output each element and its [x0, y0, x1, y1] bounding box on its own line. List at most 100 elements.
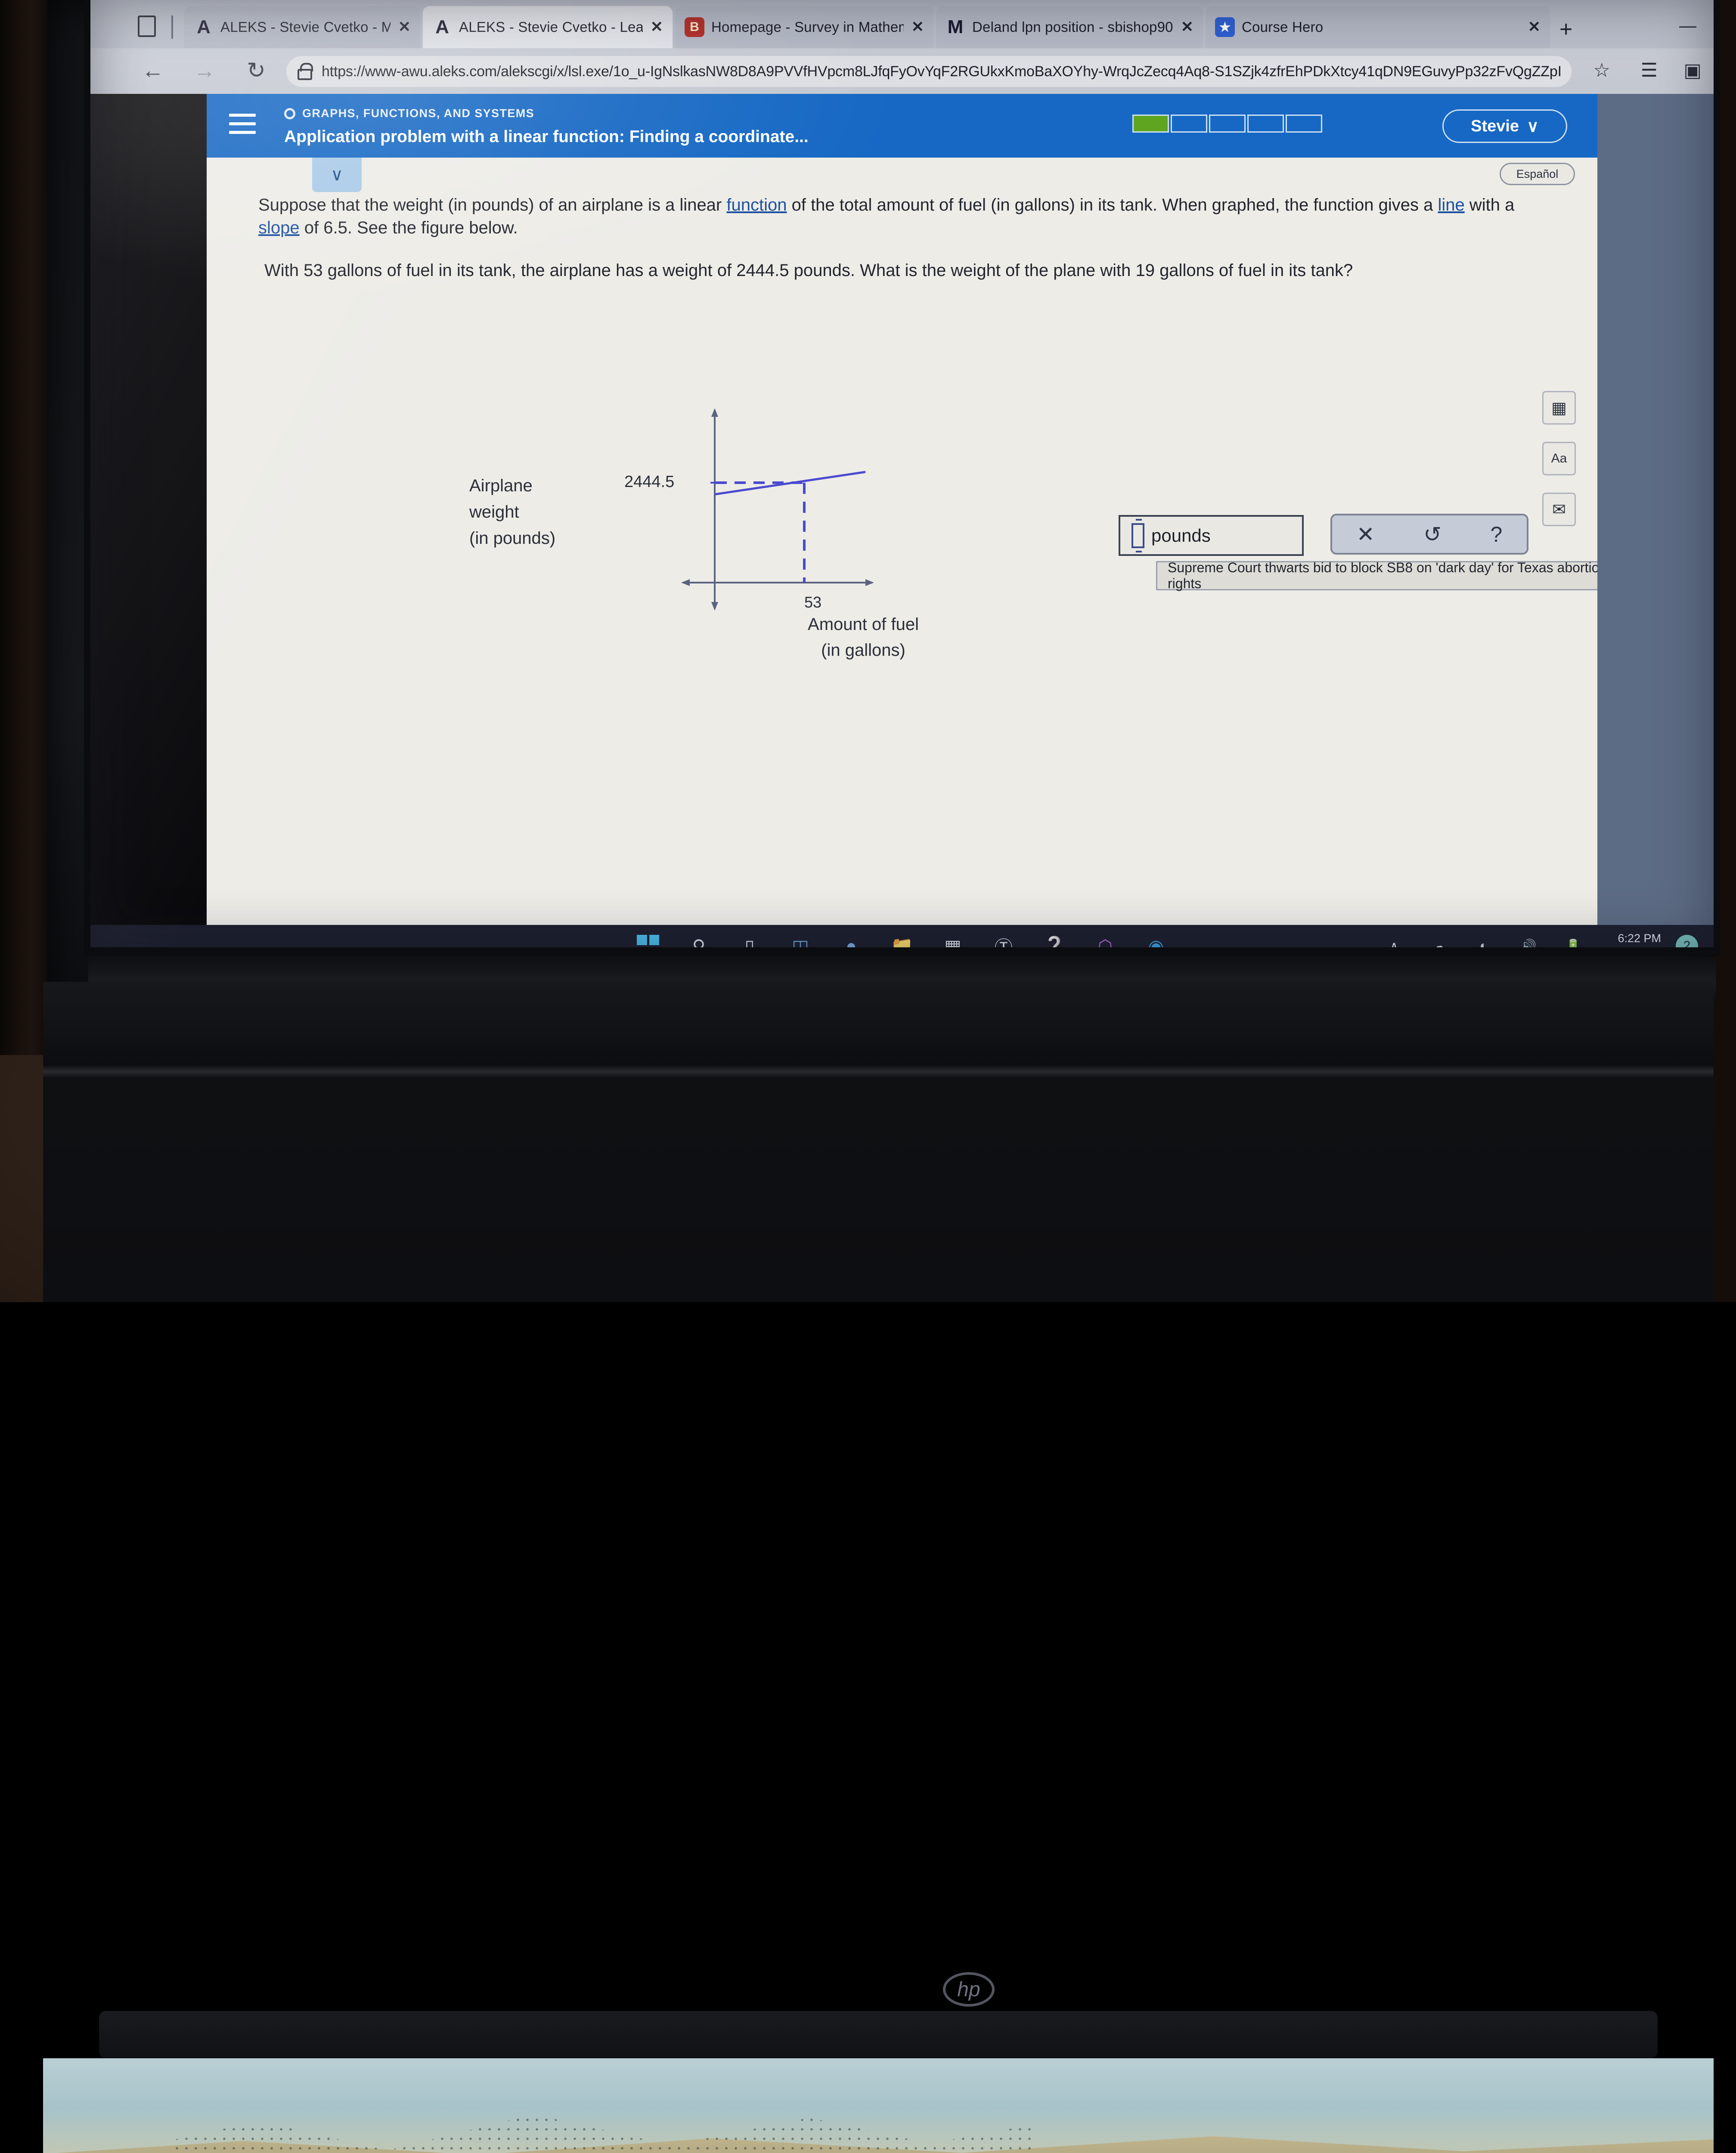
clock-time: 6:22 PM [1618, 932, 1661, 945]
favorites-list-icon[interactable]: ☰ [1641, 59, 1658, 81]
user-menu-button[interactable]: Stevie ∨ [1442, 109, 1567, 143]
gmail-favicon: M [947, 16, 964, 37]
tab-title: ALEKS - Stevie Cvetko - Learn [459, 19, 643, 35]
tray-chevron-icon[interactable]: ∧ [1379, 931, 1409, 948]
question-paragraph-2: With 53 gallons of fuel in its tank, the… [264, 261, 1353, 280]
answer-unit-label: pounds [1151, 525, 1211, 546]
address-bar[interactable]: https://www-awu.aleks.com/alekscgi/x/lsl… [286, 56, 1572, 87]
file-explorer-icon[interactable]: 📁 [887, 931, 917, 948]
aleks-header: GRAPHS, FUNCTIONS, AND SYSTEMS Applicati… [207, 94, 1597, 158]
q-part-1c: with a [1464, 195, 1515, 214]
font-size-icon[interactable]: Aa [1542, 442, 1576, 475]
hp-logo: hp [943, 1972, 995, 2007]
forward-button[interactable]: → [189, 58, 220, 84]
tab-list-button[interactable] [138, 16, 161, 40]
start-icon[interactable] [633, 931, 663, 947]
address-bar-row: ← → ↻ https://www-awu.aleks.com/alekscgi… [90, 48, 1714, 94]
laptop-screen: A ALEKS - Stevie Cvetko - My Class ✕ A A… [90, 0, 1714, 947]
back-button[interactable]: ← [138, 58, 168, 84]
favorites-add-icon[interactable]: ☆ [1593, 59, 1610, 81]
x-axis-caption-line1: Amount of fuel [808, 615, 919, 634]
tab-strip: A ALEKS - Stevie Cvetko - My Class ✕ A A… [90, 0, 1714, 48]
tab-list-icon [138, 16, 156, 37]
graph-figure: Airplane weight (in pounds) 2444.5 53 Am… [469, 408, 939, 662]
lock-icon [298, 63, 313, 80]
volume-icon[interactable]: 🔊 [1513, 931, 1544, 948]
taskbar-icons: ⚲ ▯ ◫ ● 📁 ▦ Ⓣ ❔ ☖ ◉ [633, 931, 1171, 947]
collapse-toggle[interactable]: ∨ [312, 158, 362, 192]
tool-rail: ▦ Aa ✉ [1542, 391, 1576, 526]
minimize-button[interactable]: — [1679, 16, 1696, 36]
edge-icon[interactable]: ◉ [1141, 931, 1171, 948]
chat-icon[interactable]: ● [836, 931, 866, 947]
progress-segment [1209, 115, 1246, 133]
topic-kicker: GRAPHS, FUNCTIONS, AND SYSTEMS [284, 107, 534, 120]
url-text: https://www-awu.aleks.com/alekscgi/x/lsl… [322, 63, 1560, 80]
tab-course-hero[interactable]: ★ Course Hero ✕ [1206, 6, 1550, 48]
clear-icon[interactable]: ✕ [1357, 522, 1375, 547]
aleks-favicon: A [435, 16, 449, 37]
battery-icon[interactable]: 🔋 [1558, 931, 1588, 948]
new-tab-button[interactable]: + [1559, 16, 1572, 42]
espanol-button[interactable]: Español [1500, 163, 1575, 185]
system-tray: ∧ ☁ ◐ 🔊 🔋 6:22 PM 12/12/2021 2 [1379, 931, 1698, 947]
search-icon[interactable]: ⚲ [684, 931, 714, 948]
tab-favicon: ★ [1215, 17, 1235, 37]
tab-close-icon[interactable]: ✕ [904, 19, 924, 36]
tab-aleks-myclass[interactable]: A ALEKS - Stevie Cvetko - My Class ✕ [184, 6, 420, 48]
calculator-icon[interactable]: ▦ [1542, 391, 1576, 425]
cloud-icon[interactable]: ☁ [1424, 931, 1454, 948]
tab-survey-homepage[interactable]: B Homepage - Survey in Mathema ✕ [675, 6, 933, 48]
progress-segment [1171, 115, 1207, 133]
help-icon[interactable]: ? [1490, 522, 1502, 547]
tab-title: Course Hero [1242, 19, 1324, 35]
store-icon[interactable]: ▦ [938, 931, 968, 948]
widgets-icon[interactable]: ◫ [785, 931, 815, 948]
x-axis-caption: Amount of fuel (in gallons) [762, 611, 964, 663]
link-slope[interactable]: slope [258, 218, 300, 237]
progress-segment [1132, 115, 1169, 133]
link-function[interactable]: function [726, 195, 787, 214]
message-icon[interactable]: ✉ [1542, 493, 1576, 526]
collections-icon[interactable]: ▣ [1683, 59, 1702, 81]
b-favicon: B [685, 17, 704, 37]
menu-icon[interactable] [229, 114, 256, 136]
page-left-gutter [90, 94, 207, 925]
y-axis-caption-line3: (in pounds) [469, 528, 556, 548]
windows-logo [637, 935, 659, 947]
user-name: Stevie [1471, 117, 1519, 135]
clock-date: 12/12/2021 [1603, 946, 1661, 947]
speaker-grille [99, 2011, 1658, 2058]
news-banner[interactable]: Supreme Court thwarts bid to block SB8 o… [1156, 560, 1597, 591]
task-view-icon[interactable]: ▯ [735, 931, 765, 948]
tab-deland-lpn[interactable]: M Deland lpn position - sbishop90 ✕ [936, 6, 1203, 48]
notification-badge[interactable]: 2 [1676, 935, 1698, 947]
wifi-icon[interactable]: ◐ [1469, 931, 1499, 947]
tab-close-icon[interactable]: ✕ [1173, 19, 1194, 36]
q-part-1b: of the total amount of fuel (in gallons)… [787, 195, 1438, 214]
tab-close-icon[interactable]: ✕ [643, 19, 663, 36]
help-icon[interactable]: ❔ [1039, 931, 1070, 948]
laptop: A ALEKS - Stevie Cvetko - My Class ✕ A A… [43, 0, 1720, 2153]
answer-value-field[interactable] [1132, 518, 1144, 552]
link-line[interactable]: line [1438, 195, 1464, 214]
y-tick-label: 2444.5 [624, 473, 675, 491]
app2-icon[interactable]: ☖ [1090, 931, 1120, 948]
taskbar-clock[interactable]: 6:22 PM 12/12/2021 [1603, 931, 1661, 947]
coordinate-plot-svg [681, 408, 874, 611]
tab-close-icon[interactable]: ✕ [1520, 19, 1541, 36]
answer-input[interactable]: pounds [1119, 515, 1304, 556]
tab-title: ALEKS - Stevie Cvetko - My Class [220, 19, 391, 35]
question-text: Suppose that the weight (in pounds) of a… [258, 194, 1541, 282]
reload-button[interactable]: ↻ [241, 58, 271, 84]
star-icon: ★ [1215, 17, 1235, 37]
laptop-deck: hp escf1?f2☀f3☀f4⌨f5▣f6⌗f7⌗+f8⏮f9⏵f10⏭f1… [43, 982, 1714, 2153]
undo-icon[interactable]: ↺ [1423, 522, 1442, 547]
tab-title: Deland lpn position - sbishop90 [972, 19, 1173, 35]
tab-aleks-learn[interactable]: A ALEKS - Stevie Cvetko - Learn ✕ [423, 6, 673, 48]
page-right-gutter [1597, 94, 1714, 925]
progress-bar [1132, 115, 1322, 133]
app-icon[interactable]: Ⓣ [989, 931, 1019, 948]
chevron-down-icon: ∨ [1527, 117, 1539, 136]
tab-close-icon[interactable]: ✕ [391, 19, 411, 36]
